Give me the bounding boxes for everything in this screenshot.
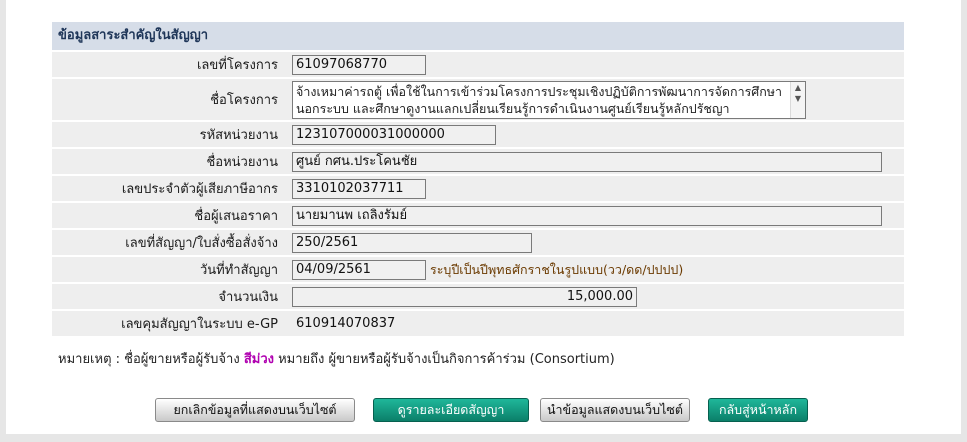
bidder-name-field[interactable]: นายมานพ เถลิงรัมย์ <box>292 205 882 226</box>
project-no-label: เลขที่โครงการ <box>196 58 278 73</box>
cancel-website-data-button[interactable]: ยกเลิกข้อมูลที่แสดงบนเว็บไซต์ <box>155 398 355 422</box>
amount-field[interactable]: 15,000.00 <box>292 286 637 307</box>
publish-website-data-button[interactable]: นำข้อมูลแสดงบนเว็บไซต์ <box>540 398 690 422</box>
contract-date-field[interactable]: 04/09/2561 <box>292 259 426 280</box>
project-name-textarea[interactable]: จ้างเหมาค่ารถตู้ เพื่อใช้ในการเข้าร่วมโค… <box>292 80 806 119</box>
agency-name-field[interactable]: ศูนย์ กศน.ประโคนชัย <box>292 151 882 172</box>
project-name-label: ชื่อโครงการ <box>210 93 278 108</box>
project-no-field[interactable]: 61097068770 <box>292 54 426 75</box>
scroll-up-icon[interactable]: ▲ <box>791 82 805 93</box>
row-agency-code: รหัสหน่วยงาน 123107000031000000 <box>52 122 904 149</box>
row-agency-name: ชื่อหน่วยงาน ศูนย์ กศน.ประโคนชัย <box>52 149 904 176</box>
row-egp-control-no: เลขคุมสัญญาในระบบ e-GP 610914070837 <box>52 311 904 338</box>
row-project-no: เลขที่โครงการ 61097068770 <box>52 52 904 79</box>
row-amount: จำนวนเงิน 15,000.00 <box>52 284 904 311</box>
egp-control-no-value: 610914070837 <box>296 315 396 331</box>
agency-code-field[interactable]: 123107000031000000 <box>292 124 496 145</box>
contract-date-label: วันที่ทำสัญญา <box>199 263 278 278</box>
agency-code-label: รหัสหน่วยงาน <box>199 128 278 143</box>
egp-control-no-label: เลขคุมสัญญาในระบบ e-GP <box>121 317 278 332</box>
page-bottom-border <box>0 434 967 442</box>
date-format-hint: ระบุปีเป็นปีพุทธศักราชในรูปแบบ(วว/ดด/ปปป… <box>430 261 684 277</box>
contract-no-field[interactable]: 250/2561 <box>292 232 532 253</box>
scroll-down-icon[interactable]: ▼ <box>791 93 805 104</box>
agency-name-label: ชื่อหน่วยงาน <box>206 155 278 170</box>
consortium-note: หมายเหตุ : ชื่อผู้ขายหรือผู้รับจ้าง สีม่… <box>58 348 615 369</box>
row-contract-no: เลขที่สัญญา/ใบสั่งซื้อสั่งจ้าง 250/2561 <box>52 230 904 257</box>
row-contract-date: วันที่ทำสัญญา 04/09/2561 ระบุปีเป็นปีพุท… <box>52 257 904 284</box>
back-to-home-button[interactable]: กลับสู่หน้าหลัก <box>708 398 808 422</box>
view-contract-detail-button[interactable]: ดูรายละเอียดสัญญา <box>373 398 529 422</box>
section-title: ข้อมูลสาระสำคัญในสัญญา <box>52 22 904 52</box>
tax-id-field[interactable]: 3310102037711 <box>292 178 426 199</box>
amount-label: จำนวนเงิน <box>218 290 278 305</box>
tax-id-label: เลขประจำตัวผู้เสียภาษีอากร <box>121 182 278 197</box>
row-bidder-name: ชื่อผู้เสนอราคา นายมานพ เถลิงรัมย์ <box>52 203 904 230</box>
action-buttons: ยกเลิกข้อมูลที่แสดงบนเว็บไซต์ ดูรายละเอี… <box>0 398 967 424</box>
note-prefix: หมายเหตุ : ชื่อผู้ขายหรือผู้รับจ้าง <box>58 352 244 367</box>
row-project-name: ชื่อโครงการ จ้างเหมาค่ารถตู้ เพื่อใช้ในก… <box>52 79 904 122</box>
row-tax-id: เลขประจำตัวผู้เสียภาษีอากร 3310102037711 <box>52 176 904 203</box>
note-suffix: หมายถึง ผู้ขายหรือผู้รับจ้างเป็นกิจการค้… <box>273 352 615 367</box>
contract-summary-section: ข้อมูลสาระสำคัญในสัญญา เลขที่โครงการ 610… <box>52 22 904 338</box>
textarea-scrollbar[interactable]: ▲ ▼ <box>790 81 805 118</box>
note-purple-highlight: สีม่วง <box>243 352 274 367</box>
contract-no-label: เลขที่สัญญา/ใบสั่งซื้อสั่งจ้าง <box>125 236 278 251</box>
project-name-text: จ้างเหมาค่ารถตู้ เพื่อใช้ในการเข้าร่วมโค… <box>296 83 783 116</box>
bidder-name-label: ชื่อผู้เสนอราคา <box>194 209 278 224</box>
